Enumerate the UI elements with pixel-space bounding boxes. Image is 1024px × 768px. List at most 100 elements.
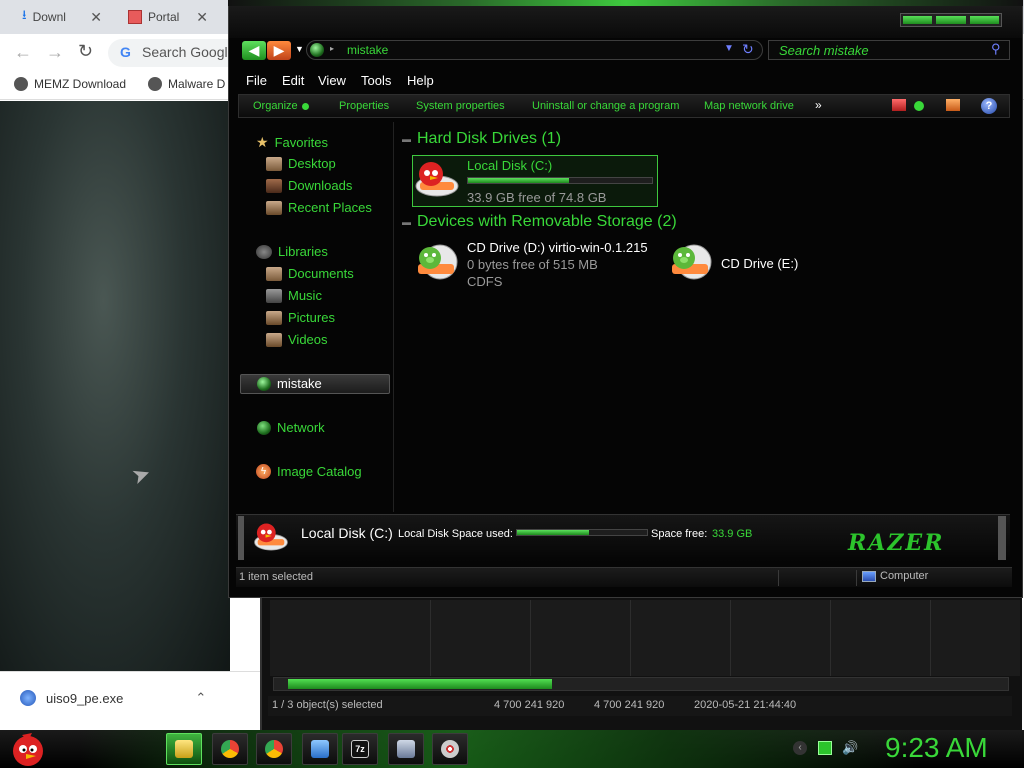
nav-label: Downloads (288, 178, 353, 193)
magnifier-icon[interactable]: ⚲ (991, 41, 1001, 57)
dropdown-dot-icon (301, 102, 309, 110)
address-path[interactable]: mistake (347, 43, 388, 57)
preview-pane-icon[interactable] (946, 99, 960, 111)
nav-libraries[interactable]: Libraries (256, 244, 328, 259)
nav-label: Recent Places (288, 200, 372, 215)
download-icon: ⭳ (22, 7, 27, 22)
7zip-icon: 7z (351, 740, 369, 758)
status-divider (778, 570, 779, 586)
more-commands-button[interactable]: » (815, 98, 822, 112)
space-used-label: Local Disk Space used: (398, 528, 513, 540)
nav-label: Network (277, 420, 325, 435)
network-tray-icon[interactable] (818, 741, 832, 755)
view-dropdown-icon[interactable] (914, 101, 924, 111)
taskbar-clock[interactable]: 9:23 AM (885, 732, 988, 764)
uninstall-program-button[interactable]: Uninstall or change a program (532, 100, 679, 112)
view-options-icon[interactable] (892, 99, 906, 111)
forward-button[interactable]: ▶ (267, 41, 291, 60)
recent-pages-dropdown[interactable]: ▼ (295, 44, 304, 54)
bookmark-malware[interactable]: Malware D (148, 77, 225, 91)
recent-places-icon (266, 200, 282, 215)
selected-count: 1 / 3 object(s) selected (272, 699, 383, 711)
green-pig-cd-icon (418, 244, 458, 280)
address-dropdown-icon[interactable]: ▼ (724, 43, 734, 54)
organize-button[interactable]: Organize (253, 100, 309, 112)
bookmark-memz[interactable]: MEMZ Download (14, 77, 126, 91)
minimize-button[interactable] (903, 16, 933, 24)
horizontal-scrollbar[interactable] (273, 677, 1009, 691)
nav-documents[interactable]: Documents (266, 266, 354, 281)
taskbar-7zip[interactable]: 7z (342, 733, 378, 765)
show-hidden-icons-icon[interactable]: ‹ (793, 741, 807, 755)
status-selection: 1 item selected (239, 571, 313, 583)
nav-recent-places[interactable]: Recent Places (266, 200, 372, 215)
details-item-name: Local Disk (C:) (301, 525, 393, 541)
taskbar-ultraiso[interactable] (432, 733, 468, 765)
chevron-up-icon[interactable]: ⌃ (195, 690, 206, 706)
nav-desktop[interactable]: Desktop (266, 156, 336, 171)
close-tab-icon[interactable]: ✕ (196, 9, 208, 26)
space-used-fill (517, 530, 589, 535)
volume-icon[interactable]: 🔊 (842, 741, 858, 755)
downloads-folder-icon (266, 178, 282, 193)
close-tab-icon[interactable]: ✕ (90, 9, 102, 26)
nav-favorites[interactable]: ★ Favorites (256, 134, 328, 151)
reload-icon[interactable]: ↻ (78, 41, 93, 62)
nav-image-catalog[interactable]: ϟ Image Catalog (256, 464, 362, 479)
capacity-fill (468, 178, 570, 183)
secondary-file-grid (270, 600, 1020, 676)
nav-videos[interactable]: Videos (266, 332, 328, 347)
space-used-bar (516, 529, 648, 536)
green-pig-cd-icon-e (672, 244, 712, 280)
menu-help[interactable]: Help (407, 73, 434, 88)
nav-pictures[interactable]: Pictures (266, 310, 335, 325)
menu-edit[interactable]: Edit (282, 73, 304, 88)
close-button[interactable] (969, 16, 999, 24)
back-arrow-icon: ◀ (248, 42, 260, 58)
maximize-button[interactable] (936, 16, 966, 24)
computer-orb-icon (310, 43, 324, 57)
taskbar-app-3[interactable] (302, 733, 338, 765)
browser-tab-download[interactable]: ⭳ Downl ✕ (2, 2, 106, 32)
start-button-angry-bird-icon[interactable] (8, 729, 48, 767)
libraries-icon (256, 244, 272, 259)
folder-icon (175, 740, 193, 758)
nav-label: Videos (288, 332, 328, 347)
network-icon (257, 420, 271, 435)
bookmark-label: Malware D (168, 77, 226, 91)
scrollbar-thumb[interactable] (288, 679, 553, 689)
refresh-icon[interactable]: ↻ (742, 41, 754, 58)
search-placeholder: Search mistake (779, 43, 869, 58)
browser-tab-portal[interactable]: Portal ✕ (108, 2, 212, 32)
menu-tools[interactable]: Tools (361, 73, 391, 88)
system-properties-button[interactable]: System properties (416, 100, 505, 112)
menu-view[interactable]: View (318, 73, 346, 88)
taskbar-chrome[interactable] (212, 733, 248, 765)
computer-orb-icon (257, 376, 271, 391)
omnibox-placeholder: Search Googl (142, 44, 228, 60)
taskbar-chrome-2[interactable] (256, 733, 292, 765)
disc-icon (441, 740, 459, 758)
nav-computer[interactable]: mistake (257, 376, 322, 391)
nav-downloads[interactable]: Downloads (266, 178, 352, 193)
taskbar-app-5[interactable] (388, 733, 424, 765)
space-free-label: Space free: (651, 528, 708, 540)
menu-file[interactable]: File (246, 73, 267, 88)
back-arrow-icon[interactable]: ← (14, 42, 32, 63)
breadcrumb-chevron-icon[interactable]: ▸ (330, 44, 334, 53)
group-hard-disk-drives[interactable]: ▬ Hard Disk Drives (1) (402, 130, 561, 148)
star-icon: ★ (256, 134, 269, 150)
properties-button[interactable]: Properties (339, 100, 389, 112)
back-button[interactable]: ◀ (242, 41, 266, 60)
nav-network[interactable]: Network (257, 420, 325, 435)
map-network-drive-button[interactable]: Map network drive (704, 100, 794, 112)
download-item[interactable]: uiso9_pe.exe ⌃ (20, 690, 206, 706)
forward-arrow-icon[interactable]: → (46, 42, 64, 63)
nav-label: Desktop (288, 156, 336, 171)
globe-icon (14, 77, 28, 91)
page-background-image (0, 101, 230, 671)
nav-music[interactable]: Music (266, 288, 322, 303)
group-removable-storage[interactable]: ▬ Devices with Removable Storage (2) (402, 213, 677, 231)
help-button[interactable]: ? (981, 98, 997, 114)
taskbar-explorer[interactable] (166, 733, 202, 765)
